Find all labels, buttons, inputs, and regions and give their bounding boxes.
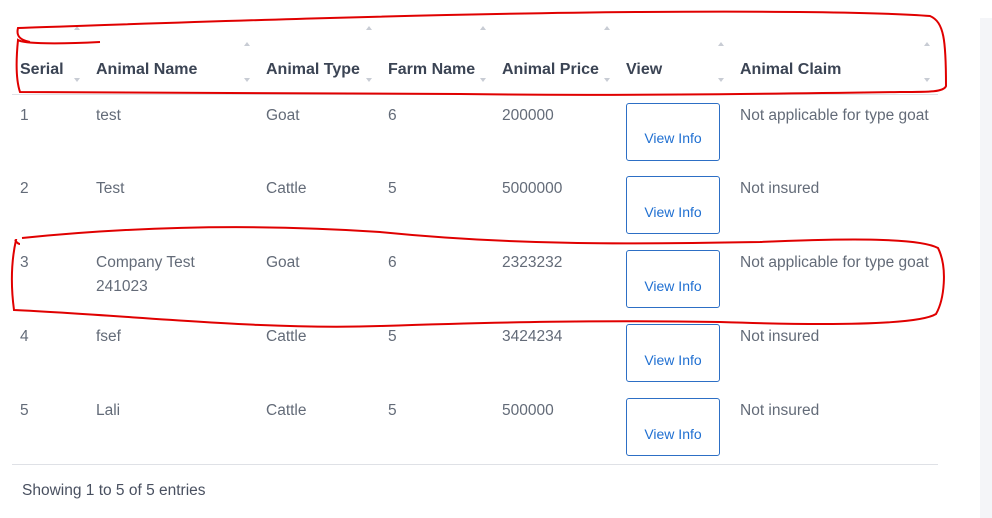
column-header-animal-type[interactable]: Animal Type: [258, 18, 380, 95]
cell-animal-claim: Not insured: [740, 180, 820, 197]
cell-animal-claim: Not applicable for type goat: [740, 254, 929, 271]
sort-icon: [600, 25, 610, 82]
cell-serial: 4: [20, 328, 29, 345]
table-row: 3 Company Test 241023 Goat 6 2323232 Vie…: [12, 242, 938, 316]
column-header-animal-claim[interactable]: Animal Claim: [732, 18, 938, 95]
view-info-button[interactable]: View Info: [626, 250, 720, 308]
cell-animal-name: Company Test 241023: [96, 254, 195, 295]
cell-farm-name: 5: [388, 328, 397, 345]
cell-animal-claim: Not insured: [740, 328, 820, 345]
cell-animal-price: 2323232: [502, 254, 563, 271]
cell-animal-claim: Not applicable for type goat: [740, 106, 929, 124]
cell-view: View Info: [618, 242, 732, 316]
animals-table: Serial Animal Name Animal Type Farm Name…: [12, 18, 938, 464]
cell-serial: 1: [20, 106, 29, 124]
sort-icon: [240, 26, 250, 82]
column-header-animal-name[interactable]: Animal Name: [88, 18, 258, 95]
cell-animal-price: 500000: [502, 402, 554, 419]
table-info-text: Showing 1 to 5 of 5 entries: [22, 482, 206, 499]
column-header-label: View: [626, 60, 663, 78]
cell-serial: 5: [20, 402, 29, 419]
cell-animal-price: 3424234: [502, 328, 563, 345]
cell-animal-type: Cattle: [266, 328, 307, 345]
cell-animal-price: 5000000: [502, 180, 563, 197]
sort-icon: [70, 25, 80, 82]
table-row: 4 fsef Cattle 5 3424234 View Info Not in…: [12, 316, 938, 390]
cell-animal-type: Goat: [266, 254, 300, 271]
sort-icon: [920, 26, 930, 82]
table-row: 2 Test Cattle 5 5000000 View Info Not in…: [12, 168, 938, 242]
column-header-label: Animal Price: [502, 60, 599, 78]
cell-farm-name: 6: [388, 106, 397, 124]
column-header-view[interactable]: View: [618, 18, 732, 95]
cell-animal-name: Test: [96, 180, 125, 197]
cell-view: View Info: [618, 168, 732, 242]
table-footer-divider: [12, 464, 938, 465]
column-header-animal-price[interactable]: Animal Price: [494, 18, 618, 95]
view-info-button[interactable]: View Info: [626, 324, 720, 382]
cell-animal-type: Cattle: [266, 402, 307, 419]
cell-farm-name: 5: [388, 402, 397, 419]
cell-view: View Info: [618, 390, 732, 464]
cell-serial: 3: [20, 254, 29, 271]
table-row: 5 Lali Cattle 5 500000 View Info Not ins…: [12, 390, 938, 464]
cell-view: View Info: [618, 316, 732, 390]
cell-serial: 2: [20, 180, 29, 197]
column-header-label: Farm Name: [388, 60, 476, 78]
column-header-label: Serial: [20, 60, 64, 78]
view-info-button[interactable]: View Info: [626, 102, 720, 161]
column-header-farm-name[interactable]: Farm Name: [380, 18, 494, 95]
cell-farm-name: 6: [388, 254, 397, 271]
scrollbar-track[interactable]: [980, 18, 992, 518]
column-header-serial[interactable]: Serial: [12, 18, 88, 95]
cell-animal-type: Goat: [266, 106, 300, 124]
table-header-row: Serial Animal Name Animal Type Farm Name…: [12, 18, 938, 95]
cell-animal-type: Cattle: [266, 180, 307, 197]
sort-icon: [362, 25, 372, 82]
view-info-button[interactable]: View Info: [626, 398, 720, 456]
table-row: 1 test Goat 6 200000 View Info Not appli…: [12, 94, 938, 168]
column-header-label: Animal Name: [96, 60, 198, 78]
cell-animal-claim: Not insured: [740, 402, 820, 419]
cell-animal-price: 200000: [502, 106, 554, 124]
cell-animal-name: test: [96, 106, 121, 124]
cell-animal-name: Lali: [96, 402, 121, 419]
sort-icon: [476, 25, 486, 82]
cell-farm-name: 5: [388, 180, 397, 197]
column-header-label: Animal Claim: [740, 60, 842, 78]
cell-view: View Info: [618, 94, 732, 168]
column-header-label: Animal Type: [266, 60, 360, 78]
cell-animal-name: fsef: [96, 328, 121, 345]
sort-icon: [714, 26, 724, 82]
view-info-button[interactable]: View Info: [626, 176, 720, 234]
